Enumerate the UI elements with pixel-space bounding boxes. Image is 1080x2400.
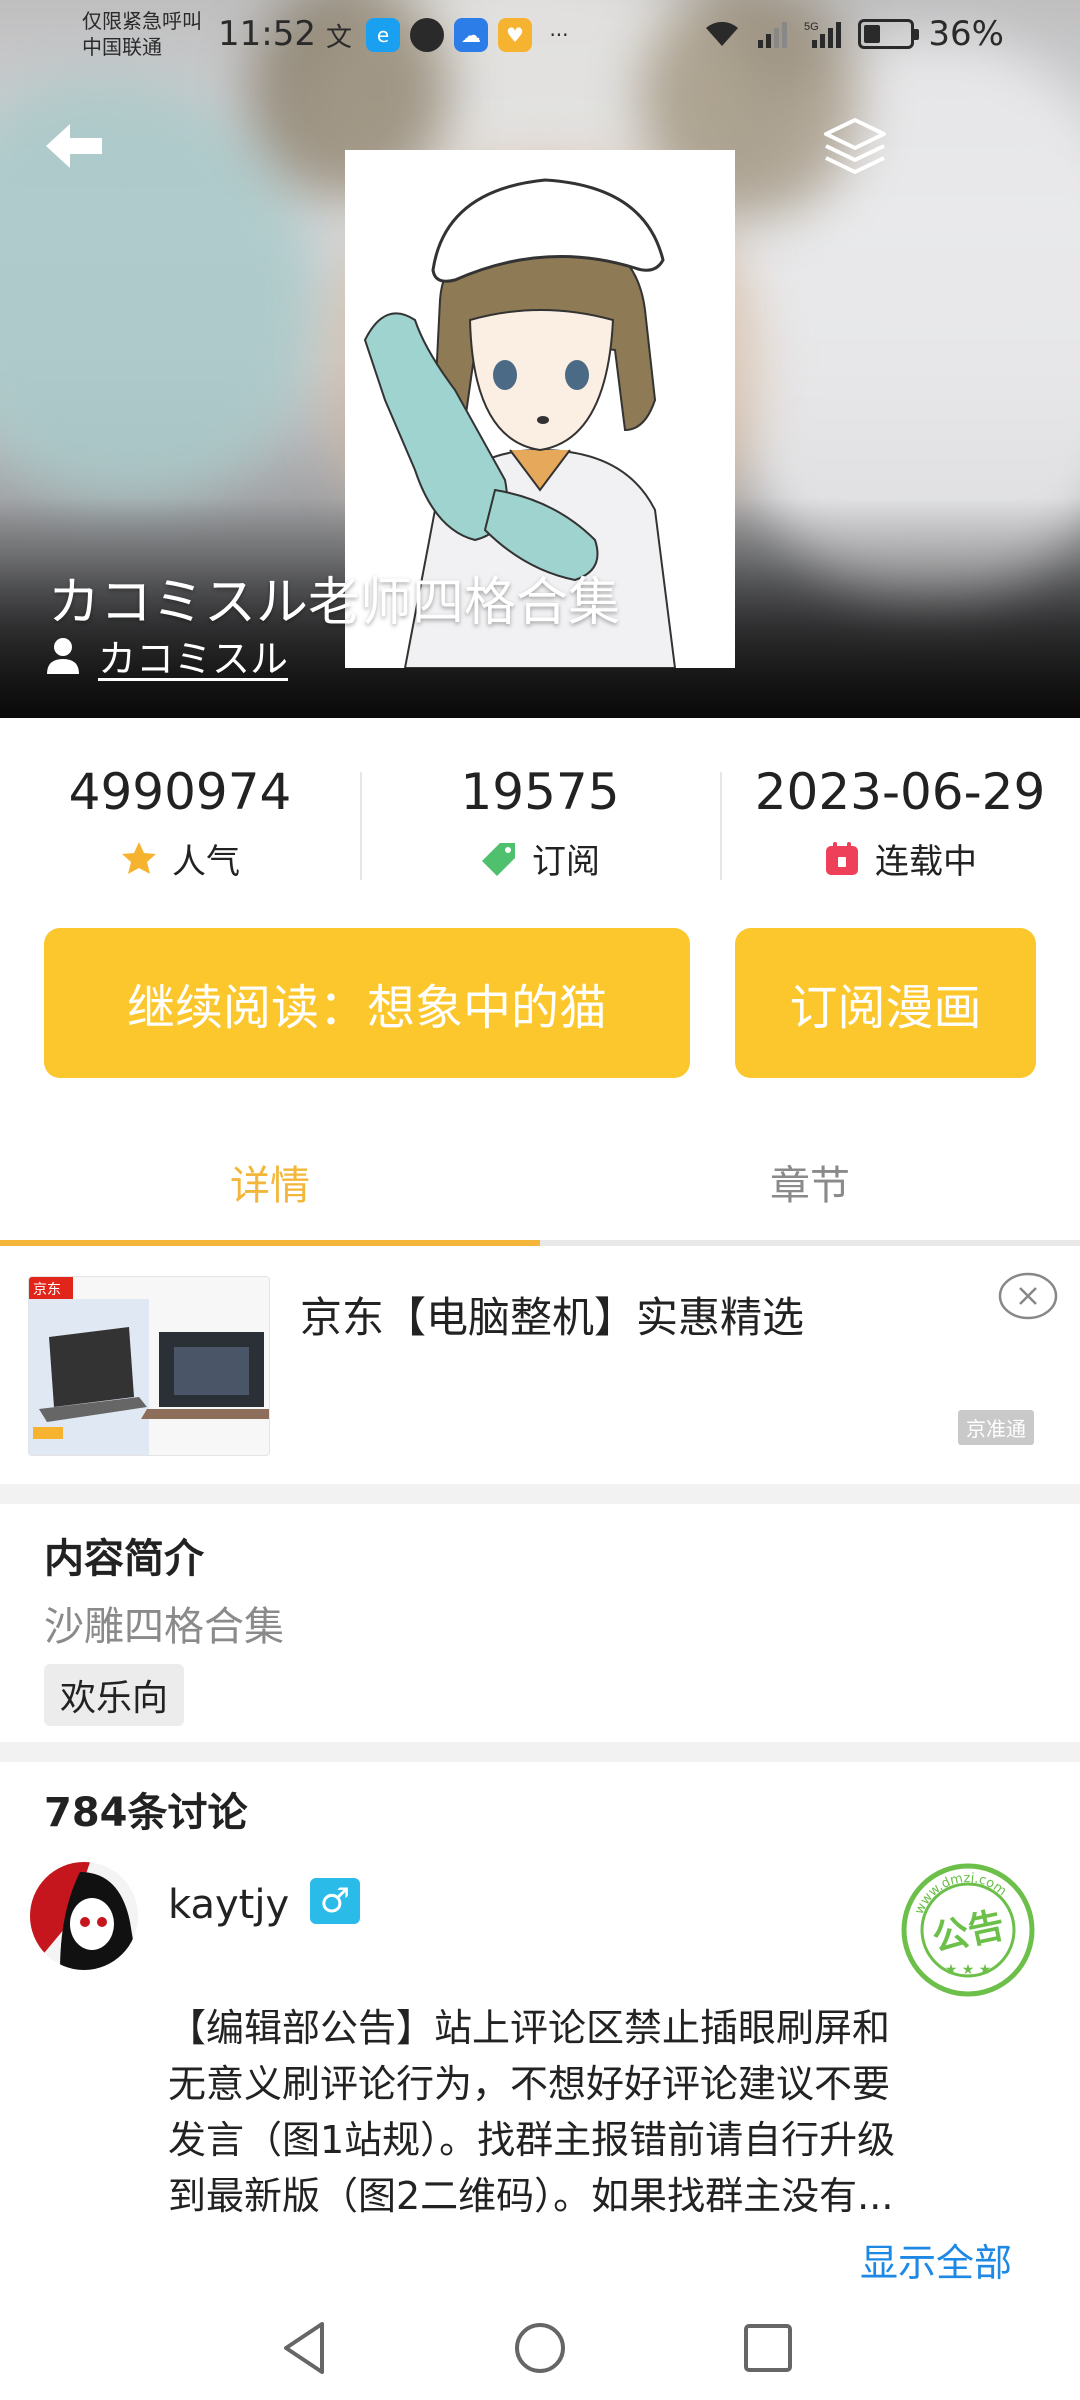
popularity-value: 4990974 <box>68 763 292 821</box>
calendar-icon <box>826 841 858 875</box>
show-all-link[interactable]: 显示全部 <box>860 2232 1012 2287</box>
stat-popularity: 4990974 人气 <box>0 760 360 900</box>
ad-banner[interactable]: 京东 京东【电脑整机】实惠精选 京准通 <box>0 1250 1080 1480</box>
subscriptions-value: 19575 <box>460 763 620 821</box>
comment-line: 无意义刷评论行为，不想好好评论建议不要 <box>168 2062 891 2106</box>
weather-icon: ☁ <box>454 18 488 52</box>
popularity-label: 人气 <box>172 842 240 882</box>
serial-status: 连载中 <box>875 842 977 882</box>
5g-signal-icon: 5G <box>804 21 842 48</box>
ad-badge-text: 京东 <box>33 1282 61 1298</box>
subscriptions-label: 订阅 <box>532 842 600 882</box>
tab-details[interactable]: 详情 <box>0 1120 540 1244</box>
svg-text:公告: 公告 <box>929 1905 1008 1960</box>
arrow-left-icon <box>46 124 102 168</box>
comment-body: 【编辑部公告】站上评论区禁止插眼刷屏和 无意义刷评论行为，不想好好评论建议不要 … <box>168 2000 1018 2224</box>
layers-icon <box>824 118 886 174</box>
message-bubble-icon <box>410 18 444 52</box>
announcement-stamp: www.dmzj.com 公告 ★ ★ ★ <box>900 1862 1036 1998</box>
comment-line: 【编辑部公告】站上评论区禁止插眼刷屏和 <box>168 2006 891 2050</box>
tag-icon <box>482 842 515 876</box>
status-time: 11:52 <box>218 14 316 54</box>
back-button[interactable] <box>40 116 110 176</box>
notification-icons: 文 e ☁ ♥ ··· <box>322 18 576 53</box>
subscriptions-label-row: 订阅 <box>480 834 600 883</box>
continue-reading-button[interactable]: 继续阅读：想象中的猫 <box>44 928 690 1078</box>
comment-line: 发言（图1站规）。找群主报错前请自行升级 <box>168 2118 896 2162</box>
carrier-line: 仅限紧急呼叫 <box>82 9 202 33</box>
stat-update: 2023-06-29 连载中 <box>720 760 1080 900</box>
circle-home-icon <box>515 2323 565 2373</box>
status-label-row: 连载中 <box>823 834 977 883</box>
star-icon <box>122 841 156 874</box>
section-divider <box>0 1484 1080 1504</box>
ad-source-label: 京准通 <box>958 1410 1034 1445</box>
ad-image: 京东 <box>28 1276 270 1456</box>
carrier-name: 中国联通 <box>82 35 162 59</box>
avatar-image <box>30 1862 138 1970</box>
discussion-heading: 784条讨论 <box>44 1790 248 1836</box>
ad-close-button[interactable] <box>998 1266 1058 1326</box>
popularity-label-row: 人气 <box>120 834 240 883</box>
comic-title: カコミスル老师四格合集 <box>48 573 621 633</box>
user-icon <box>47 637 79 674</box>
tab-chapters[interactable]: 章节 <box>540 1120 1080 1244</box>
detail-tabs: 详情 章节 <box>0 1120 1080 1244</box>
svg-text:★ ★ ★: ★ ★ ★ <box>945 1962 992 1978</box>
avatar[interactable] <box>30 1862 138 1970</box>
edit-app-icon: e <box>366 18 400 52</box>
battery-percent: 36% <box>928 14 1004 54</box>
translate-icon: 文 <box>325 22 352 53</box>
nav-back-button[interactable] <box>272 2314 340 2382</box>
nav-recents-button[interactable] <box>734 2314 802 2382</box>
status-bar: 仅限紧急呼叫 中国联通 11:52 文 e ☁ ♥ ··· 5G 36% <box>0 0 1080 76</box>
comic-stats: 4990974 人气 19575 订阅 2023-06-29 连载中 <box>0 760 1080 900</box>
carrier-info: 仅限紧急呼叫 中国联通 <box>82 8 202 60</box>
reward-app-icon: ♥ <box>498 18 532 52</box>
ad-title: 京东【电脑整机】实惠精选 <box>300 1293 805 1342</box>
nav-home-button[interactable] <box>506 2314 574 2382</box>
system-status: 5G 36% <box>702 14 1004 54</box>
male-icon: ♂ <box>310 1878 360 1924</box>
signal-icon <box>758 22 788 48</box>
square-recents-icon <box>744 2324 792 2372</box>
author-link[interactable]: カコミスル <box>46 628 288 683</box>
author-name: カコミスル <box>98 637 289 681</box>
wifi-icon <box>706 21 739 46</box>
comic-header: 仅限紧急呼叫 中国联通 11:52 文 e ☁ ♥ ··· 5G 36% カコミ… <box>0 0 1080 718</box>
svg-text:5G: 5G <box>804 21 819 33</box>
battery-icon <box>858 19 920 49</box>
intro-heading: 内容简介 <box>44 1536 204 1582</box>
system-navigation-bar <box>0 2296 1080 2400</box>
laptop-product-image: 京东 <box>29 1277 269 1455</box>
stat-subscriptions: 19575 订阅 <box>360 760 720 900</box>
comment-line: 到最新版（图2二维码）。如果找群主没有... <box>168 2174 894 2218</box>
triangle-back-icon <box>284 2322 324 2374</box>
section-divider <box>0 1742 1080 1762</box>
more-notifications-icon: ··· <box>549 23 569 47</box>
intro-text: 沙雕四格合集 <box>44 1604 284 1650</box>
close-icon <box>998 1272 1058 1320</box>
tab-indicator <box>0 1240 540 1246</box>
comment-username[interactable]: kaytjy <box>168 1882 289 1928</box>
subscribe-button[interactable]: 订阅漫画 <box>735 928 1036 1078</box>
announcement-stamp-icon: www.dmzj.com 公告 ★ ★ ★ <box>901 1863 1035 1997</box>
layers-button[interactable] <box>820 114 890 178</box>
genre-tag[interactable]: 欢乐向 <box>44 1664 185 1726</box>
update-date: 2023-06-29 <box>754 763 1046 821</box>
